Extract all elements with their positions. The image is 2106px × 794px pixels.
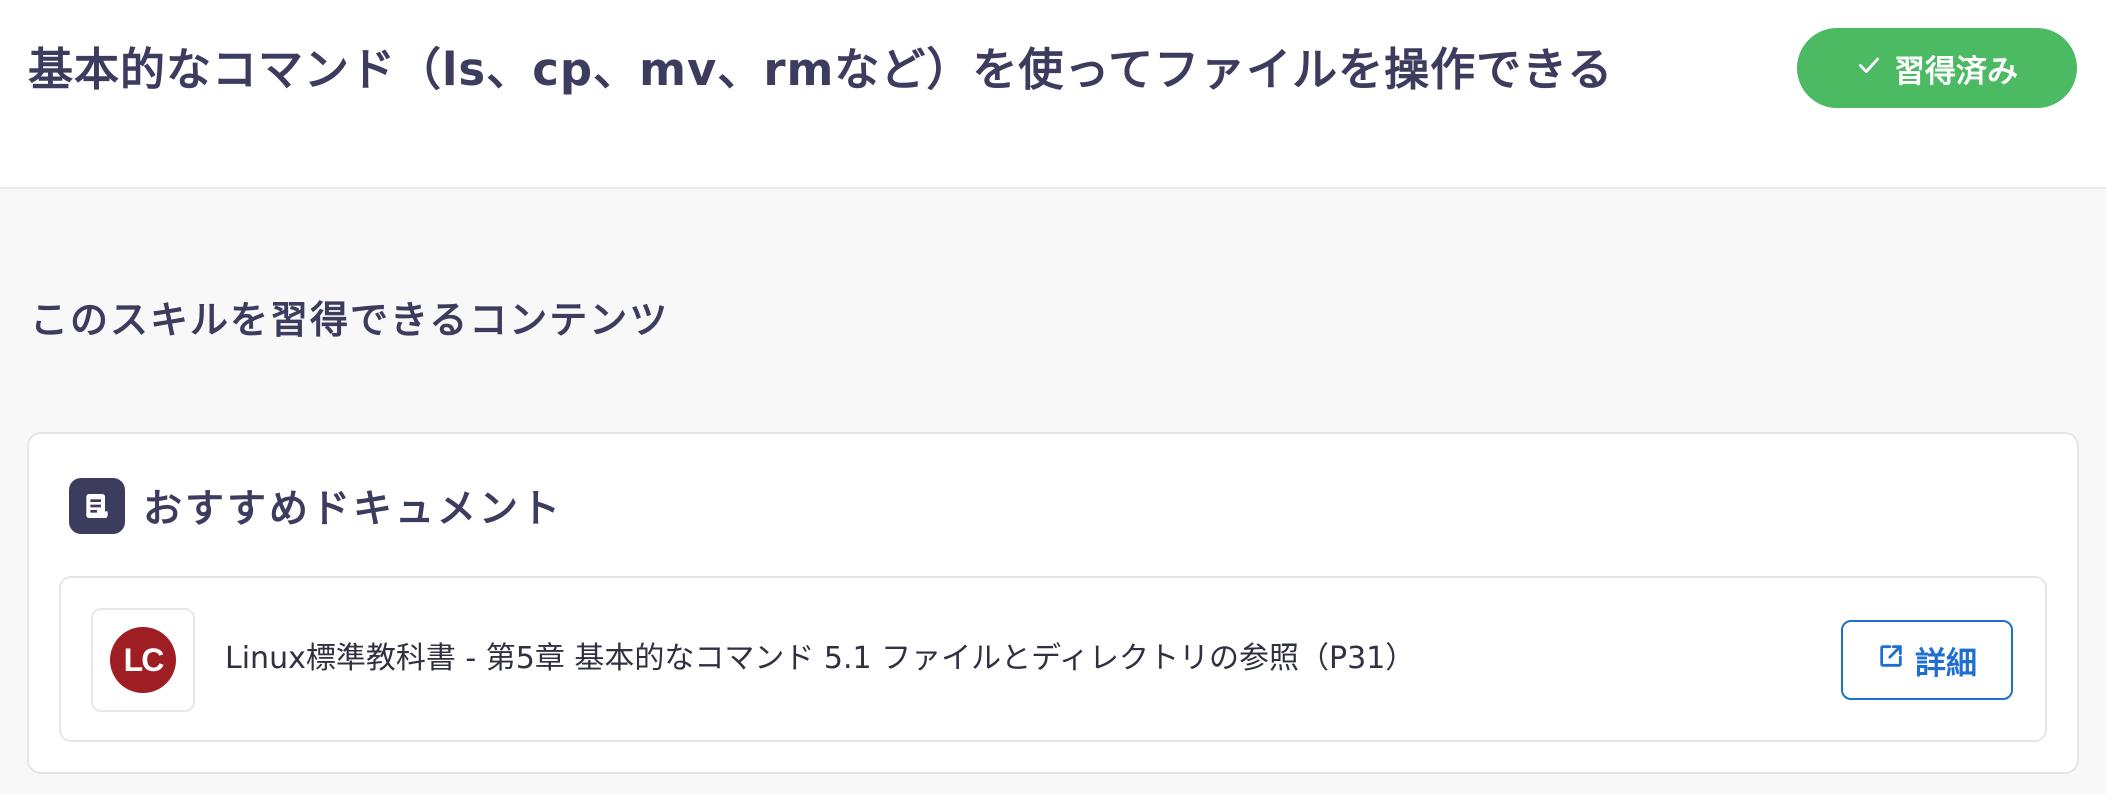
detail-button-label: 詳細 bbox=[1915, 645, 1977, 682]
document-logo-mark: LC bbox=[110, 627, 176, 693]
document-title: Linux標準教科書 - 第5章 基本的なコマンド 5.1 ファイルとディレクト… bbox=[225, 641, 1416, 676]
document-item: LC Linux標準教科書 - 第5章 基本的なコマンド 5.1 ファイルとディ… bbox=[59, 576, 2047, 742]
section-heading: このスキルを習得できるコンテンツ bbox=[30, 298, 670, 342]
skill-header: 基本的なコマンド（ls、cp、mv、rmなど）を使ってファイルを操作できる 習得… bbox=[0, 0, 2106, 189]
card-header: おすすめドキュメント bbox=[69, 478, 563, 534]
recommended-documents-card: おすすめドキュメント LC Linux標準教科書 - 第5章 基本的なコマンド … bbox=[27, 432, 2079, 774]
check-icon bbox=[1856, 50, 1882, 86]
external-link-icon bbox=[1877, 642, 1905, 678]
acquired-status-button[interactable]: 習得済み bbox=[1797, 28, 2077, 108]
document-icon bbox=[69, 478, 125, 534]
acquired-status-label: 習得済み bbox=[1894, 53, 2018, 90]
detail-button[interactable]: 詳細 bbox=[1841, 620, 2013, 700]
document-logo: LC bbox=[91, 608, 195, 712]
skill-title: 基本的なコマンド（ls、cp、mv、rmなど）を使ってファイルを操作できる bbox=[28, 43, 1614, 96]
card-title: おすすめドキュメント bbox=[143, 487, 564, 532]
